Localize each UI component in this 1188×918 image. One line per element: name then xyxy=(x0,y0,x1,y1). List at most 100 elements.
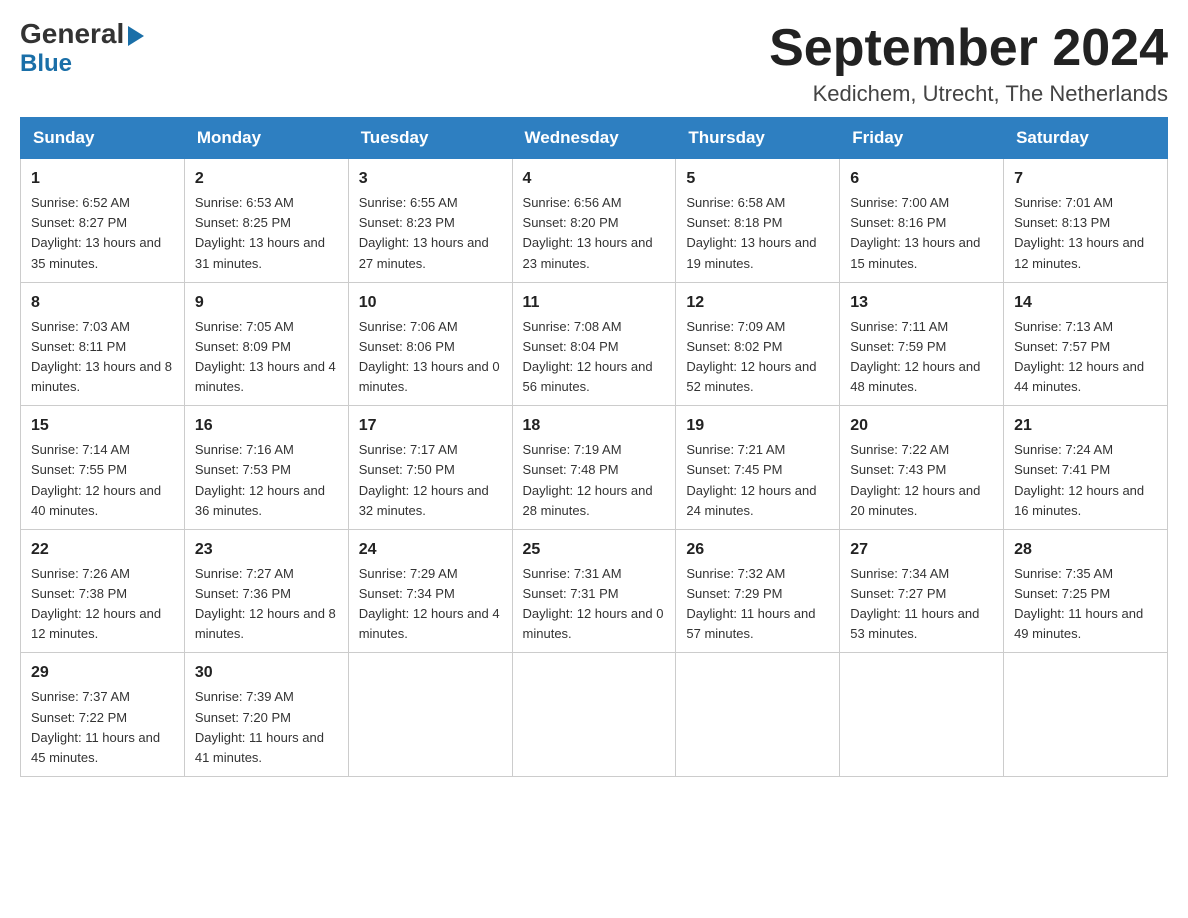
day-info: Sunrise: 6:52 AMSunset: 8:27 PMDaylight:… xyxy=(31,193,174,274)
calendar-week-5: 29Sunrise: 7:37 AMSunset: 7:22 PMDayligh… xyxy=(21,653,1168,777)
calendar-cell: 10Sunrise: 7:06 AMSunset: 8:06 PMDayligh… xyxy=(348,282,512,406)
day-number: 15 xyxy=(31,414,174,438)
day-info: Sunrise: 6:53 AMSunset: 8:25 PMDaylight:… xyxy=(195,193,338,274)
calendar-cell xyxy=(840,653,1004,777)
calendar-cell: 11Sunrise: 7:08 AMSunset: 8:04 PMDayligh… xyxy=(512,282,676,406)
location-subtitle: Kedichem, Utrecht, The Netherlands xyxy=(769,81,1168,107)
calendar-cell: 18Sunrise: 7:19 AMSunset: 7:48 PMDayligh… xyxy=(512,406,676,530)
day-number: 21 xyxy=(1014,414,1157,438)
calendar-week-1: 1Sunrise: 6:52 AMSunset: 8:27 PMDaylight… xyxy=(21,159,1168,283)
day-number: 6 xyxy=(850,167,993,191)
calendar-cell: 24Sunrise: 7:29 AMSunset: 7:34 PMDayligh… xyxy=(348,529,512,653)
calendar-cell: 12Sunrise: 7:09 AMSunset: 8:02 PMDayligh… xyxy=(676,282,840,406)
calendar-cell: 1Sunrise: 6:52 AMSunset: 8:27 PMDaylight… xyxy=(21,159,185,283)
day-number: 12 xyxy=(686,291,829,315)
day-info: Sunrise: 7:22 AMSunset: 7:43 PMDaylight:… xyxy=(850,440,993,521)
calendar-cell: 23Sunrise: 7:27 AMSunset: 7:36 PMDayligh… xyxy=(184,529,348,653)
day-info: Sunrise: 7:21 AMSunset: 7:45 PMDaylight:… xyxy=(686,440,829,521)
day-number: 5 xyxy=(686,167,829,191)
day-info: Sunrise: 7:31 AMSunset: 7:31 PMDaylight:… xyxy=(523,564,666,645)
day-number: 23 xyxy=(195,538,338,562)
calendar-week-4: 22Sunrise: 7:26 AMSunset: 7:38 PMDayligh… xyxy=(21,529,1168,653)
day-info: Sunrise: 7:05 AMSunset: 8:09 PMDaylight:… xyxy=(195,317,338,398)
day-info: Sunrise: 7:19 AMSunset: 7:48 PMDaylight:… xyxy=(523,440,666,521)
calendar-cell: 6Sunrise: 7:00 AMSunset: 8:16 PMDaylight… xyxy=(840,159,1004,283)
calendar-cell xyxy=(676,653,840,777)
calendar-cell: 7Sunrise: 7:01 AMSunset: 8:13 PMDaylight… xyxy=(1004,159,1168,283)
day-info: Sunrise: 7:26 AMSunset: 7:38 PMDaylight:… xyxy=(31,564,174,645)
calendar-cell xyxy=(1004,653,1168,777)
day-number: 28 xyxy=(1014,538,1157,562)
day-number: 4 xyxy=(523,167,666,191)
weekday-header-thursday: Thursday xyxy=(676,118,840,159)
day-info: Sunrise: 7:17 AMSunset: 7:50 PMDaylight:… xyxy=(359,440,502,521)
day-number: 11 xyxy=(523,291,666,315)
day-number: 10 xyxy=(359,291,502,315)
day-info: Sunrise: 7:24 AMSunset: 7:41 PMDaylight:… xyxy=(1014,440,1157,521)
calendar-cell: 19Sunrise: 7:21 AMSunset: 7:45 PMDayligh… xyxy=(676,406,840,530)
day-number: 30 xyxy=(195,661,338,685)
calendar-cell: 2Sunrise: 6:53 AMSunset: 8:25 PMDaylight… xyxy=(184,159,348,283)
calendar-cell: 22Sunrise: 7:26 AMSunset: 7:38 PMDayligh… xyxy=(21,529,185,653)
day-number: 18 xyxy=(523,414,666,438)
day-info: Sunrise: 7:29 AMSunset: 7:34 PMDaylight:… xyxy=(359,564,502,645)
calendar-cell: 17Sunrise: 7:17 AMSunset: 7:50 PMDayligh… xyxy=(348,406,512,530)
weekday-header-row: SundayMondayTuesdayWednesdayThursdayFrid… xyxy=(21,118,1168,159)
day-number: 17 xyxy=(359,414,502,438)
day-number: 8 xyxy=(31,291,174,315)
calendar-cell: 28Sunrise: 7:35 AMSunset: 7:25 PMDayligh… xyxy=(1004,529,1168,653)
calendar-cell: 25Sunrise: 7:31 AMSunset: 7:31 PMDayligh… xyxy=(512,529,676,653)
day-number: 7 xyxy=(1014,167,1157,191)
calendar-cell: 14Sunrise: 7:13 AMSunset: 7:57 PMDayligh… xyxy=(1004,282,1168,406)
calendar-cell: 21Sunrise: 7:24 AMSunset: 7:41 PMDayligh… xyxy=(1004,406,1168,530)
day-number: 13 xyxy=(850,291,993,315)
day-number: 19 xyxy=(686,414,829,438)
page-header: General Blue September 2024 Kedichem, Ut… xyxy=(20,20,1168,107)
weekday-header-saturday: Saturday xyxy=(1004,118,1168,159)
day-number: 14 xyxy=(1014,291,1157,315)
weekday-header-wednesday: Wednesday xyxy=(512,118,676,159)
day-info: Sunrise: 7:06 AMSunset: 8:06 PMDaylight:… xyxy=(359,317,502,398)
calendar-cell: 30Sunrise: 7:39 AMSunset: 7:20 PMDayligh… xyxy=(184,653,348,777)
day-info: Sunrise: 6:55 AMSunset: 8:23 PMDaylight:… xyxy=(359,193,502,274)
day-info: Sunrise: 7:39 AMSunset: 7:20 PMDaylight:… xyxy=(195,687,338,768)
calendar-cell: 8Sunrise: 7:03 AMSunset: 8:11 PMDaylight… xyxy=(21,282,185,406)
calendar-cell: 16Sunrise: 7:16 AMSunset: 7:53 PMDayligh… xyxy=(184,406,348,530)
day-number: 27 xyxy=(850,538,993,562)
calendar-cell: 27Sunrise: 7:34 AMSunset: 7:27 PMDayligh… xyxy=(840,529,1004,653)
calendar-cell: 5Sunrise: 6:58 AMSunset: 8:18 PMDaylight… xyxy=(676,159,840,283)
weekday-header-tuesday: Tuesday xyxy=(348,118,512,159)
day-number: 29 xyxy=(31,661,174,685)
calendar-cell: 13Sunrise: 7:11 AMSunset: 7:59 PMDayligh… xyxy=(840,282,1004,406)
day-number: 20 xyxy=(850,414,993,438)
day-info: Sunrise: 7:34 AMSunset: 7:27 PMDaylight:… xyxy=(850,564,993,645)
day-info: Sunrise: 7:13 AMSunset: 7:57 PMDaylight:… xyxy=(1014,317,1157,398)
day-number: 2 xyxy=(195,167,338,191)
day-number: 24 xyxy=(359,538,502,562)
logo-general-text: General xyxy=(20,20,144,48)
weekday-header-friday: Friday xyxy=(840,118,1004,159)
day-info: Sunrise: 7:37 AMSunset: 7:22 PMDaylight:… xyxy=(31,687,174,768)
day-info: Sunrise: 7:14 AMSunset: 7:55 PMDaylight:… xyxy=(31,440,174,521)
day-number: 3 xyxy=(359,167,502,191)
weekday-header-monday: Monday xyxy=(184,118,348,159)
day-info: Sunrise: 7:32 AMSunset: 7:29 PMDaylight:… xyxy=(686,564,829,645)
day-number: 22 xyxy=(31,538,174,562)
day-info: Sunrise: 7:16 AMSunset: 7:53 PMDaylight:… xyxy=(195,440,338,521)
day-number: 9 xyxy=(195,291,338,315)
logo: General Blue xyxy=(20,20,144,78)
calendar-week-3: 15Sunrise: 7:14 AMSunset: 7:55 PMDayligh… xyxy=(21,406,1168,530)
day-info: Sunrise: 7:08 AMSunset: 8:04 PMDaylight:… xyxy=(523,317,666,398)
weekday-header-sunday: Sunday xyxy=(21,118,185,159)
day-info: Sunrise: 7:35 AMSunset: 7:25 PMDaylight:… xyxy=(1014,564,1157,645)
calendar-cell: 26Sunrise: 7:32 AMSunset: 7:29 PMDayligh… xyxy=(676,529,840,653)
day-info: Sunrise: 7:01 AMSunset: 8:13 PMDaylight:… xyxy=(1014,193,1157,274)
calendar-cell: 20Sunrise: 7:22 AMSunset: 7:43 PMDayligh… xyxy=(840,406,1004,530)
calendar-cell: 29Sunrise: 7:37 AMSunset: 7:22 PMDayligh… xyxy=(21,653,185,777)
calendar-cell: 15Sunrise: 7:14 AMSunset: 7:55 PMDayligh… xyxy=(21,406,185,530)
day-info: Sunrise: 6:56 AMSunset: 8:20 PMDaylight:… xyxy=(523,193,666,274)
day-number: 25 xyxy=(523,538,666,562)
calendar-cell xyxy=(512,653,676,777)
day-number: 26 xyxy=(686,538,829,562)
day-number: 1 xyxy=(31,167,174,191)
